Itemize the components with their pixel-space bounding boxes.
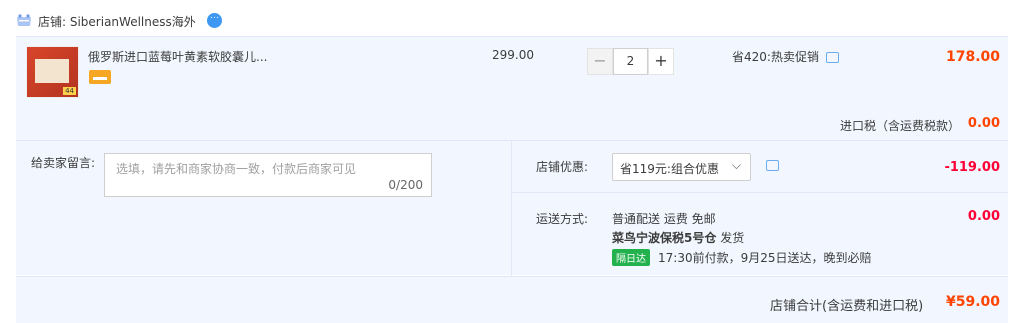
message-placeholder: 选填，请先和商家协商一致，付款后商家可见: [116, 162, 357, 176]
tax-value: 0.00: [967, 116, 1000, 131]
thumbnail-badge: 44: [63, 87, 76, 95]
discount-label: 店铺优惠:: [536, 160, 589, 174]
credit-card-icon: [89, 70, 111, 84]
chevron-down-icon: ⌵: [731, 158, 741, 172]
shop-total-label: 店铺合计(含运费和进口税): [770, 299, 924, 314]
delivery-note: 17:30前付款，9月25日送达，晚到必赔: [658, 251, 872, 265]
next-day-tag: 隔日达: [612, 249, 650, 266]
message-input[interactable]: 选填，请先和商家协商一致，付款后商家可见 0/200: [104, 153, 432, 197]
shipping-label: 运送方式:: [536, 212, 589, 226]
shop-total: 店铺合计(含运费和进口税) ¥59.00: [16, 276, 1008, 323]
shop-header: 店铺: SiberianWellness海外: [0, 0, 1016, 36]
product-thumbnail[interactable]: 44: [26, 46, 79, 98]
discount-select[interactable]: 省119元:组合优惠 ⌵: [612, 153, 751, 181]
message-label: 给卖家留言:: [31, 156, 96, 170]
shop-name[interactable]: 店铺: SiberianWellness海外: [38, 13, 196, 30]
shipping-method: 普通配送 运费 免邮: [612, 212, 716, 226]
quantity-stepper: − 2 +: [587, 48, 684, 75]
thumbnail-image-inner: [35, 59, 69, 83]
shipping-warehouse: 菜鸟宁波保税5号仓: [612, 231, 717, 245]
cart-item: 44 俄罗斯进口蓝莓叶黄素软胶囊儿... 299.00 − 2 + 省420:热…: [16, 36, 1008, 140]
decrease-button[interactable]: −: [587, 48, 613, 75]
delivery-line: 隔日达 17:30前付款，9月25日送达，晚到必赔: [612, 249, 872, 266]
quantity-input[interactable]: 2: [613, 48, 648, 75]
order-options: 给卖家留言: 选填，请先和商家协商一致，付款后商家可见 0/200 店铺优惠: …: [16, 140, 1008, 276]
shop-icon: [17, 14, 31, 26]
divider: [511, 141, 512, 276]
shipping-value: 0.00: [967, 209, 1000, 224]
shipping-dispatch: 发货: [720, 231, 745, 245]
chat-icon[interactable]: [766, 160, 779, 171]
shipping-warehouse-line: 菜鸟宁波保税5号仓 发货: [612, 229, 744, 246]
message-char-count: 0/200: [388, 178, 423, 192]
discount-selected: 省119元:组合优惠: [620, 162, 719, 176]
unit-price: 299.00: [492, 48, 534, 62]
item-total: 178.00: [945, 49, 1000, 65]
product-title[interactable]: 俄罗斯进口蓝莓叶黄素软胶囊儿...: [88, 48, 267, 65]
promo-label: 省420:热卖促销: [732, 50, 819, 64]
shop-total-value: ¥59.00: [945, 294, 1000, 310]
tax-label: 进口税（含运费税款）: [840, 119, 961, 133]
discount-value: -119.00: [944, 160, 1000, 175]
divider: [511, 192, 1008, 193]
chat-icon[interactable]: [826, 52, 839, 63]
chat-bubble-icon[interactable]: [207, 11, 222, 28]
increase-button[interactable]: +: [648, 48, 674, 75]
